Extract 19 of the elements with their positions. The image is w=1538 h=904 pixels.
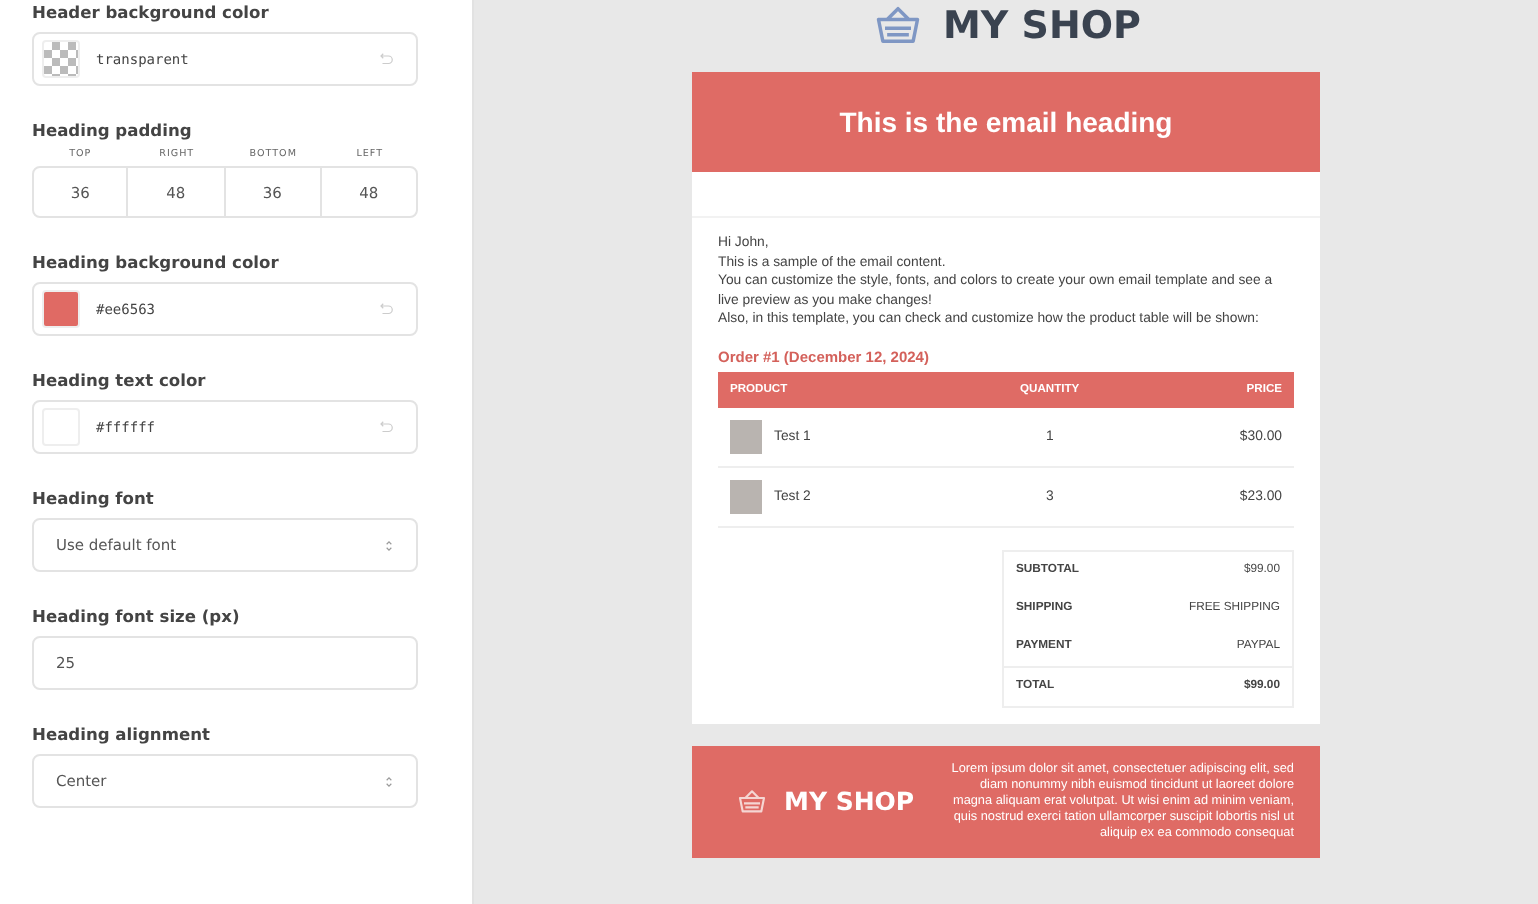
chevron-updown-icon	[382, 773, 396, 789]
field-label: Header background color	[32, 2, 271, 22]
footer-logo-text: MY SHOP	[784, 786, 915, 817]
basket-icon	[736, 785, 768, 818]
field-label: Heading font	[32, 488, 156, 508]
field-label: Heading padding	[32, 120, 194, 140]
color-swatch	[42, 40, 80, 78]
reset-icon	[378, 300, 396, 318]
shop-logo-text: MY SHOP	[943, 4, 1141, 48]
photo-placeholder	[730, 479, 762, 514]
reset-icon	[378, 50, 396, 68]
field-label: Heading background color	[32, 252, 281, 272]
reset-icon	[378, 418, 396, 436]
field-label: Heading font size (px)	[32, 606, 242, 626]
email-heading: This is the email heading	[692, 72, 1320, 172]
field-label: Heading alignment	[32, 724, 212, 744]
photo-placeholder	[730, 419, 762, 454]
chevron-updown-icon	[382, 537, 396, 553]
field-label: Heading text color	[32, 370, 208, 390]
